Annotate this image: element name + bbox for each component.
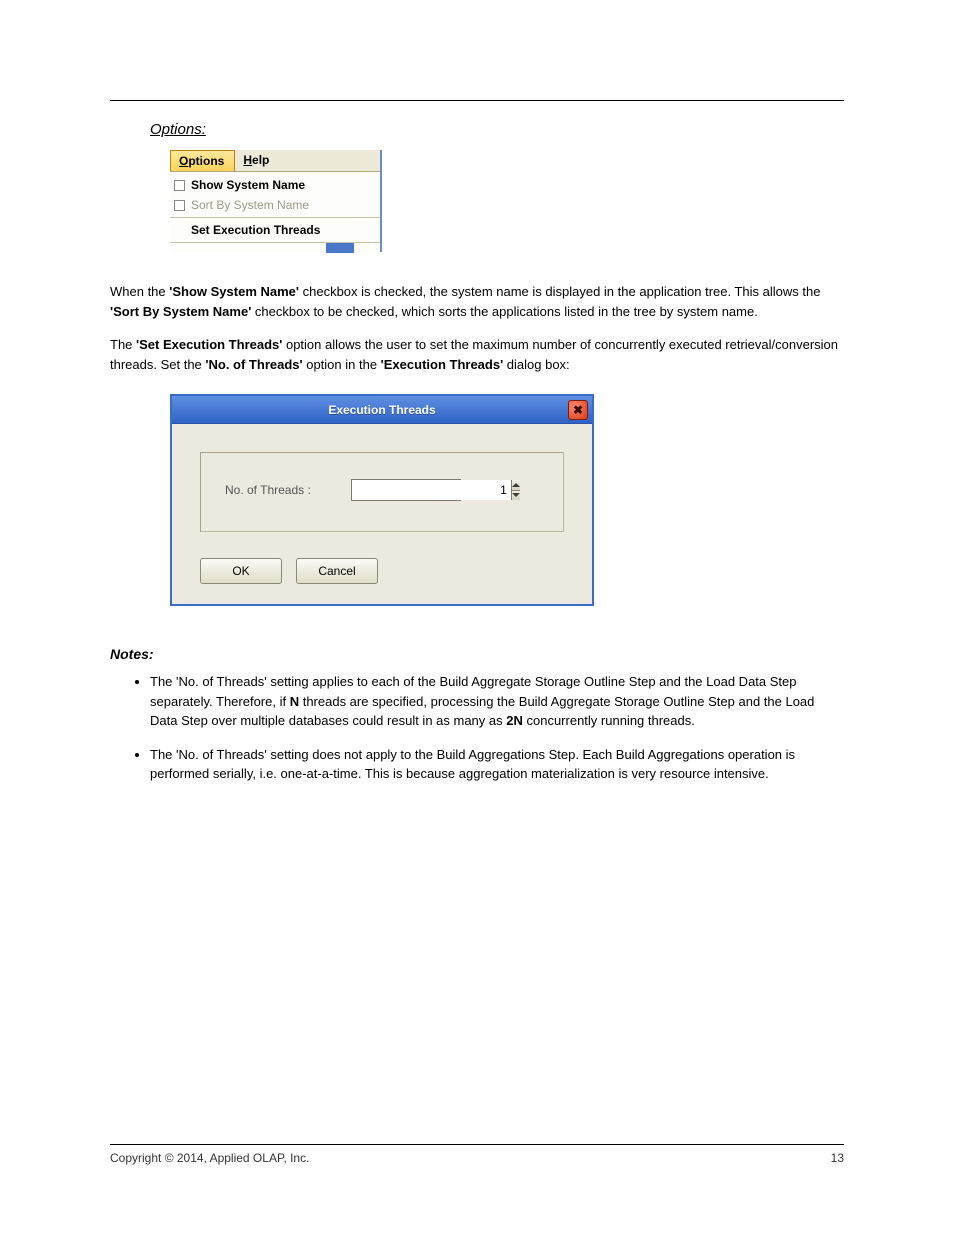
footer-rule (110, 1144, 844, 1145)
checkbox-icon (174, 180, 185, 191)
options-menu-figure: Options Help Show System Name Sort By Sy… (170, 150, 382, 252)
text-bold: 'Execution Threads' (381, 357, 504, 372)
threads-label: No. of Threads : (225, 483, 311, 497)
menu-item-label: Sort By System Name (191, 198, 309, 212)
checkbox-icon (174, 200, 185, 211)
menu-separator (170, 217, 380, 218)
text-bold: 'No. of Threads' (205, 357, 302, 372)
paragraph-1: When the 'Show System Name' checkbox is … (110, 282, 844, 321)
chevron-up-icon (512, 483, 520, 487)
body-text: When the 'Show System Name' checkbox is … (110, 282, 844, 374)
text-bold: 'Sort By System Name' (110, 304, 251, 319)
page-footer: Copyright © 2014, Applied OLAP, Inc. 13 (110, 1144, 844, 1165)
text: checkbox to be checked, which sorts the … (251, 304, 758, 319)
note-item-1: The 'No. of Threads' setting applies to … (150, 672, 844, 731)
paragraph-2: The 'Set Execution Threads' option allow… (110, 335, 844, 374)
dialog-body: No. of Threads : OK Cancel (172, 424, 592, 604)
threads-input[interactable] (352, 480, 511, 500)
threads-spinner[interactable] (351, 479, 461, 501)
header-rule (110, 100, 844, 101)
text: option in the (303, 357, 381, 372)
text: The 'No. of Threads' setting does not ap… (150, 747, 795, 782)
menu-item-set-execution-threads[interactable]: Set Execution Threads (170, 220, 380, 240)
menubar: Options Help (170, 150, 380, 172)
section-heading: Options: (150, 121, 844, 138)
note-item-2: The 'No. of Threads' setting does not ap… (150, 745, 844, 784)
chevron-down-icon (512, 493, 520, 497)
blue-chunk (326, 243, 354, 253)
dialog-button-row: OK Cancel (200, 558, 564, 584)
ok-button[interactable]: OK (200, 558, 282, 584)
text: When the (110, 284, 169, 299)
menu-help[interactable]: Help (235, 150, 279, 171)
menu-options[interactable]: Options (170, 150, 235, 171)
menu-item-label: Set Execution Threads (191, 223, 320, 237)
text: dialog box: (503, 357, 570, 372)
menu-item-show-system-name[interactable]: Show System Name (170, 175, 380, 195)
button-label: Cancel (318, 564, 355, 578)
text-bold: 2N (506, 713, 523, 728)
cancel-button[interactable]: Cancel (296, 558, 378, 584)
footer-page-number: 13 (831, 1151, 844, 1165)
menu-tail (170, 242, 380, 252)
notes-heading: Notes: (110, 646, 844, 662)
spinner-down-button[interactable] (512, 491, 520, 501)
menu-item-sort-by-system-name: Sort By System Name (170, 195, 380, 215)
menu-item-label: Show System Name (191, 178, 305, 192)
notes-list: The 'No. of Threads' setting applies to … (110, 672, 844, 784)
text-bold: 'Show System Name' (169, 284, 299, 299)
menu-help-rest: elp (252, 153, 269, 167)
button-label: OK (232, 564, 249, 578)
close-button[interactable]: ✖ (568, 400, 588, 420)
dialog-titlebar: Execution Threads ✖ (172, 396, 592, 424)
options-dropdown: Show System Name Sort By System Name Set… (170, 172, 380, 242)
text: checkbox is checked, the system name is … (299, 284, 820, 299)
text-bold: N (290, 694, 299, 709)
close-icon: ✖ (573, 404, 583, 416)
threads-fieldset: No. of Threads : (200, 452, 564, 532)
spinner-up-button[interactable] (512, 480, 520, 491)
footer-copyright: Copyright © 2014, Applied OLAP, Inc. (110, 1151, 309, 1165)
menu-options-rest: ptions (188, 154, 224, 168)
execution-threads-dialog: Execution Threads ✖ No. of Threads : (170, 394, 594, 606)
spinner-buttons (511, 480, 520, 500)
text-bold: 'Set Execution Threads' (136, 337, 282, 352)
text: The (110, 337, 136, 352)
text: concurrently running threads. (523, 713, 695, 728)
dialog-title: Execution Threads (328, 403, 435, 417)
execution-threads-dialog-figure: Execution Threads ✖ No. of Threads : (170, 394, 594, 606)
